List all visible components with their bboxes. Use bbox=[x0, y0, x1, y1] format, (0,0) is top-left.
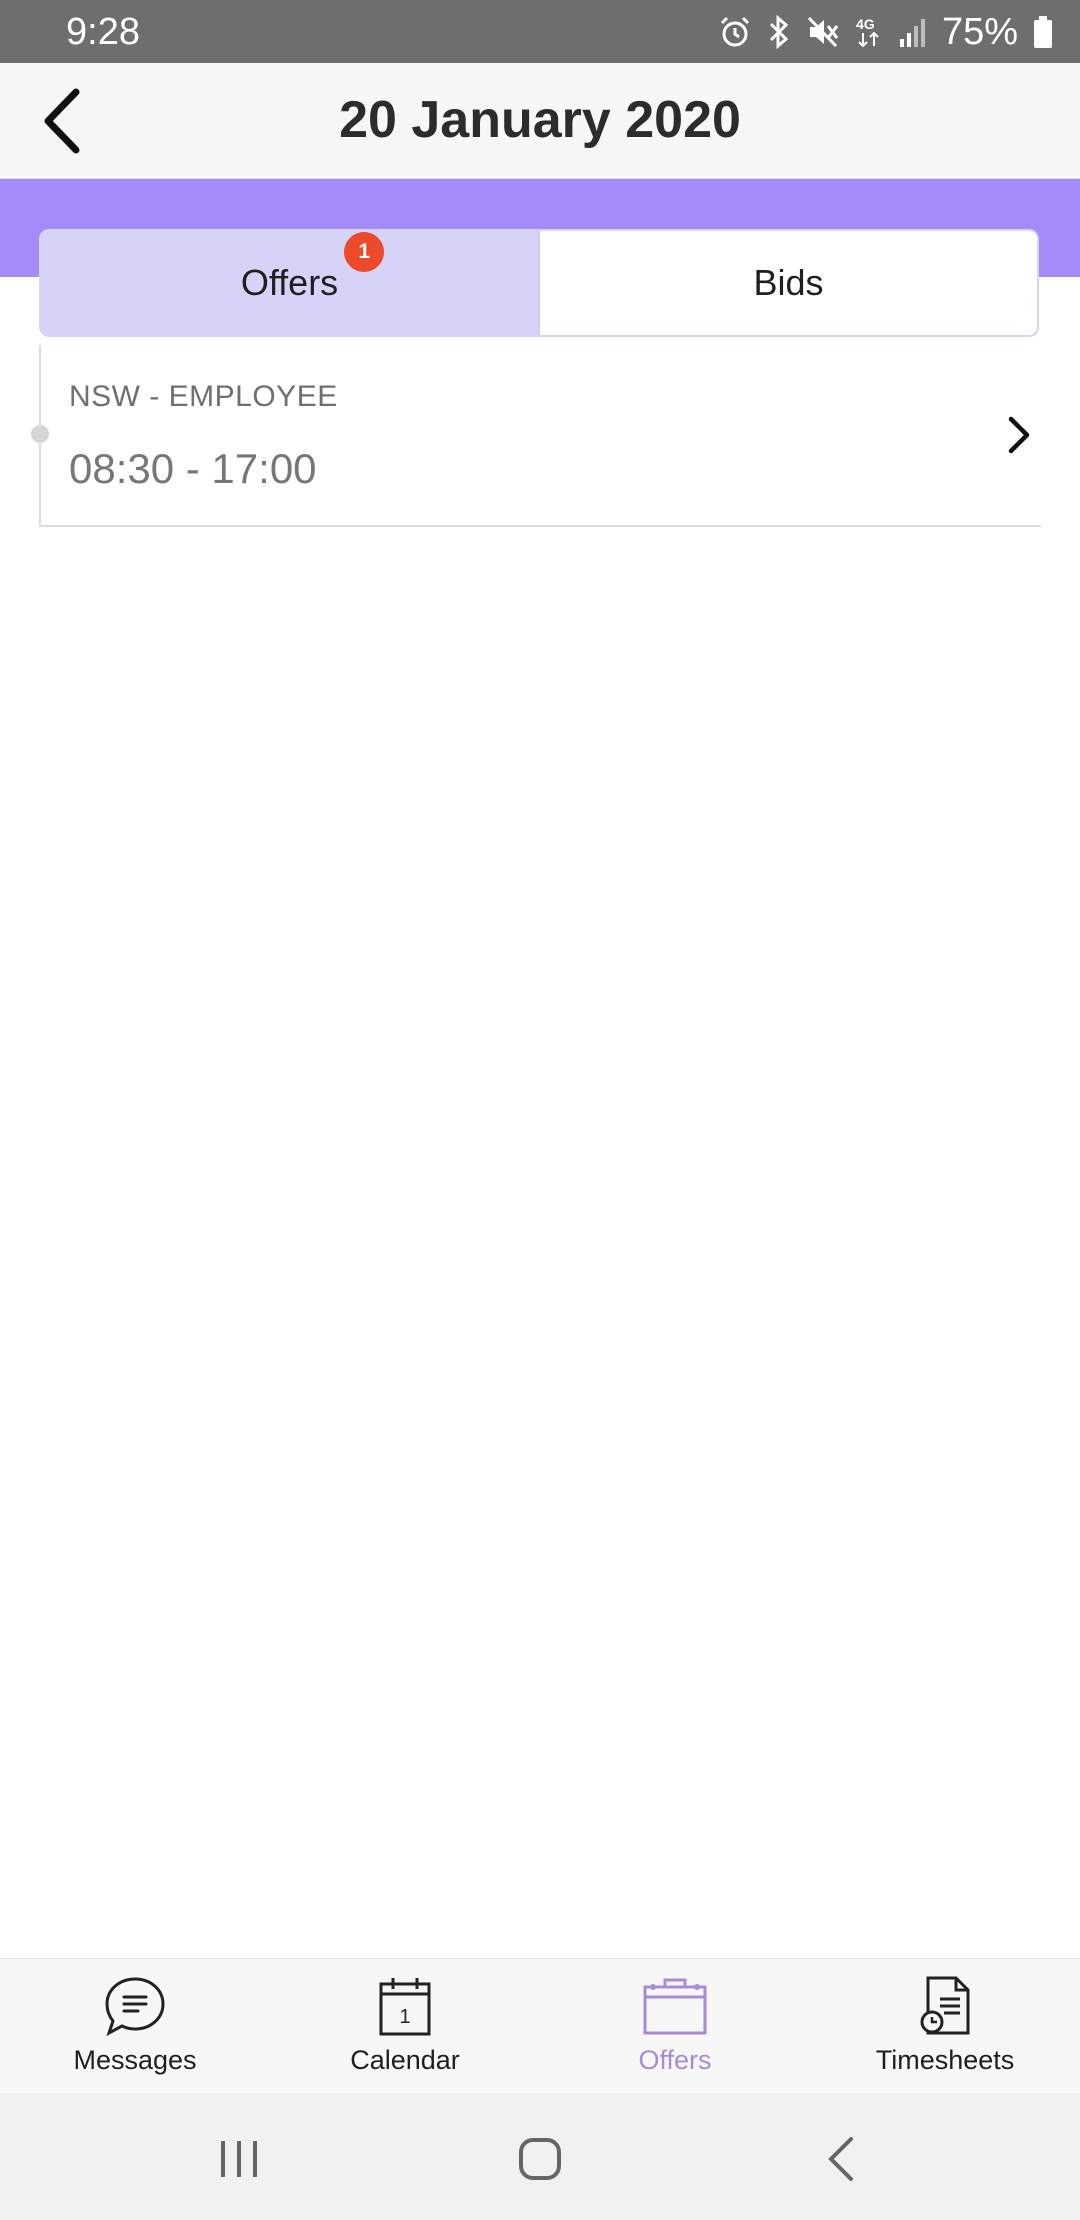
shift-row[interactable]: NSW - EMPLOYEE 08:30 - 17:00 bbox=[31, 345, 1041, 527]
recents-icon[interactable] bbox=[209, 2129, 269, 2189]
nav-offers[interactable]: Offers bbox=[540, 1959, 810, 2094]
tab-offers-label-wrap: Offers 1 bbox=[240, 232, 385, 304]
shift-location: NSW - EMPLOYEE bbox=[69, 380, 338, 413]
timeline-dot bbox=[31, 425, 49, 443]
battery-percent: 75% bbox=[941, 11, 1018, 53]
status-bar: 9:28 4G 75% bbox=[0, 0, 1080, 63]
nav-calendar-label: Calendar bbox=[350, 2045, 460, 2075]
calendar-icon: 1 bbox=[379, 1978, 431, 2036]
signal-icon bbox=[899, 19, 925, 47]
page-title: 20 January 2020 bbox=[339, 91, 741, 149]
shift-time: 08:30 - 17:00 bbox=[69, 445, 317, 492]
mute-icon bbox=[807, 16, 839, 48]
nav-messages[interactable]: Messages bbox=[0, 1959, 270, 2094]
bottom-nav: Messages 1 Calendar Offers Timesheets bbox=[0, 1958, 1080, 2094]
back-button[interactable] bbox=[26, 85, 98, 157]
briefcase-icon bbox=[643, 1978, 707, 2035]
bluetooth-icon bbox=[769, 15, 789, 49]
tab-bids-label: Bids bbox=[753, 262, 824, 303]
chevron-left-icon bbox=[44, 88, 80, 154]
app-header: 20 January 2020 bbox=[0, 63, 1080, 179]
chevron-right-icon bbox=[1008, 416, 1030, 454]
offers-count-badge: 1 bbox=[344, 232, 385, 272]
tab-offers[interactable]: Offers 1 bbox=[41, 231, 540, 335]
status-time: 9:28 bbox=[66, 11, 140, 53]
tab-bids[interactable]: Bids bbox=[540, 231, 1037, 335]
battery-icon bbox=[1034, 16, 1052, 48]
4g-icon: 4G bbox=[856, 16, 879, 48]
back-icon[interactable] bbox=[813, 2129, 873, 2189]
nav-timesheets-label: Timesheets bbox=[875, 2045, 1015, 2075]
nav-calendar[interactable]: 1 Calendar bbox=[270, 1959, 540, 2094]
alarm-icon bbox=[720, 16, 749, 47]
chat-bubble-icon bbox=[105, 1977, 165, 2037]
tab-offers-label: Offers bbox=[240, 262, 339, 303]
nav-timesheets[interactable]: Timesheets bbox=[810, 1959, 1080, 2094]
home-icon[interactable] bbox=[510, 2129, 570, 2189]
svg-text:1: 1 bbox=[399, 2006, 410, 2028]
segmented-control: Offers 1 Bids bbox=[39, 229, 1039, 337]
system-nav bbox=[0, 2093, 1080, 2220]
nav-offers-label: Offers bbox=[638, 2045, 712, 2075]
nav-messages-label: Messages bbox=[73, 2045, 197, 2075]
timesheet-icon bbox=[920, 1976, 970, 2035]
svg-text:4G: 4G bbox=[856, 16, 875, 32]
status-icons: 4G 75% bbox=[718, 8, 1054, 56]
